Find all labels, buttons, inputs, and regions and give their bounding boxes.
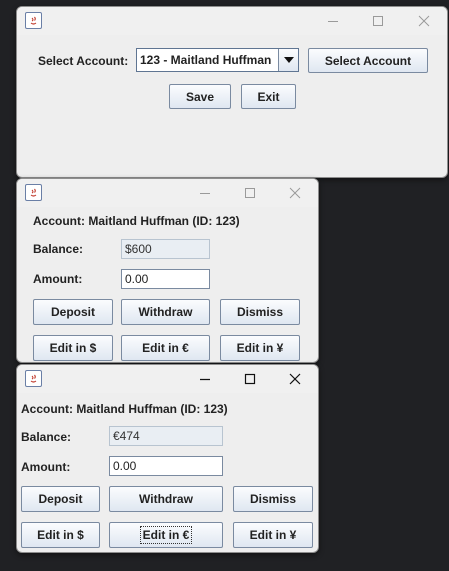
amount-input[interactable]: 0.00 (121, 269, 210, 289)
save-button[interactable]: Save (169, 84, 231, 109)
account-combo-value: 123 - Maitland Huffman (140, 53, 272, 67)
close-icon[interactable] (416, 13, 432, 29)
close-icon[interactable] (287, 185, 303, 201)
balance-field: €474 (109, 426, 223, 446)
amount-label: Amount: (33, 272, 83, 286)
select-account-label: Select Account: (38, 54, 129, 68)
balance-label: Balance: (21, 430, 72, 444)
account-combo-box[interactable]: 123 - Maitland Huffman (136, 48, 299, 72)
exit-button[interactable]: Exit (241, 84, 296, 109)
edit-in-jpy-button[interactable]: Edit in ¥ (233, 522, 313, 548)
account-info-label: Account: Maitland Huffman (ID: 123) (21, 402, 228, 416)
java-app-icon (25, 184, 42, 201)
minimize-icon[interactable] (325, 13, 341, 29)
minimize-icon[interactable] (197, 371, 213, 387)
balance-label: Balance: (33, 242, 84, 256)
close-icon[interactable] (287, 371, 303, 387)
balance-field: $600 (121, 239, 210, 259)
edit-in-usd-button[interactable]: Edit in $ (33, 335, 113, 361)
java-app-icon (25, 12, 42, 29)
amount-label: Amount: (21, 460, 71, 474)
chevron-down-icon[interactable] (278, 49, 298, 71)
main-window: Select Account: 123 - Maitland Huffman S… (16, 6, 448, 178)
edit-in-usd-button[interactable]: Edit in $ (21, 522, 100, 548)
edit-in-eur-button[interactable]: Edit in € (109, 522, 223, 548)
deposit-button[interactable]: Deposit (33, 299, 113, 325)
account-window-usd-titlebar[interactable] (17, 179, 318, 207)
edit-in-eur-button[interactable]: Edit in € (121, 335, 210, 361)
main-window-titlebar[interactable] (17, 7, 447, 35)
account-info-label: Account: Maitland Huffman (ID: 123) (33, 214, 240, 228)
dismiss-button[interactable]: Dismiss (220, 299, 300, 325)
maximize-icon[interactable] (370, 13, 386, 29)
minimize-icon[interactable] (197, 185, 213, 201)
maximize-icon[interactable] (242, 185, 258, 201)
account-window-eur-titlebar[interactable] (17, 365, 318, 393)
account-window-eur: Account: Maitland Huffman (ID: 123) Bala… (16, 364, 319, 553)
select-account-button[interactable]: Select Account (308, 48, 428, 73)
maximize-icon[interactable] (242, 371, 258, 387)
edit-in-jpy-button[interactable]: Edit in ¥ (220, 335, 300, 361)
amount-input[interactable]: 0.00 (109, 456, 223, 476)
withdraw-button[interactable]: Withdraw (121, 299, 210, 325)
account-window-usd: Account: Maitland Huffman (ID: 123) Bala… (16, 178, 319, 363)
deposit-button[interactable]: Deposit (21, 486, 100, 512)
java-app-icon (25, 370, 42, 387)
withdraw-button[interactable]: Withdraw (109, 486, 223, 512)
dismiss-button[interactable]: Dismiss (233, 486, 313, 512)
